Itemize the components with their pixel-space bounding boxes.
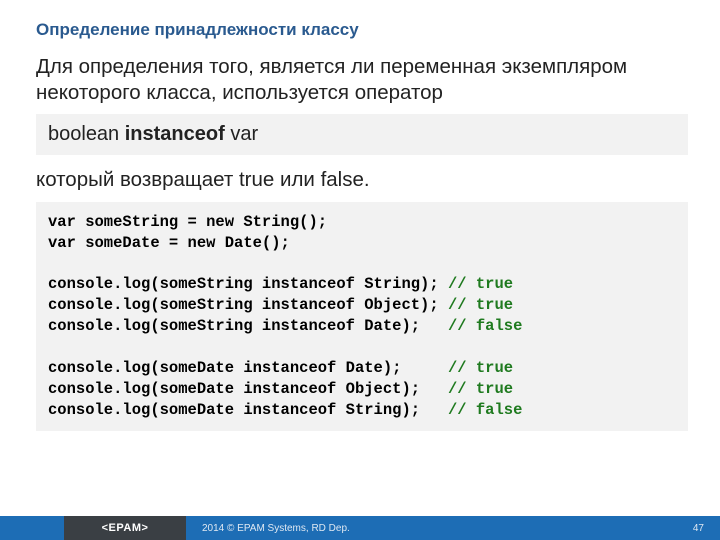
result-paragraph: который возвращает true или false. [0,159,720,199]
intro-paragraph: Для определения того, является ли переме… [0,40,720,112]
syntax-pre: boolean [48,123,125,145]
footer-copyright: 2014 © EPAM Systems, RD Dep. [202,523,350,534]
syntax-snippet: boolean instanceof var [36,114,688,155]
slide-number: 47 [693,523,704,534]
code-example: var someString = new String(); var someD… [36,202,688,431]
syntax-post: var [225,123,258,145]
epam-logo: <EPAM> [102,522,149,534]
footer-bar: <EPAM> 2014 © EPAM Systems, RD Dep. 47 [0,516,720,540]
syntax-keyword: instanceof [125,123,225,145]
slide-title: Определение принадлежности классу [0,0,720,40]
footer-logo-tab: <EPAM> [64,516,186,540]
